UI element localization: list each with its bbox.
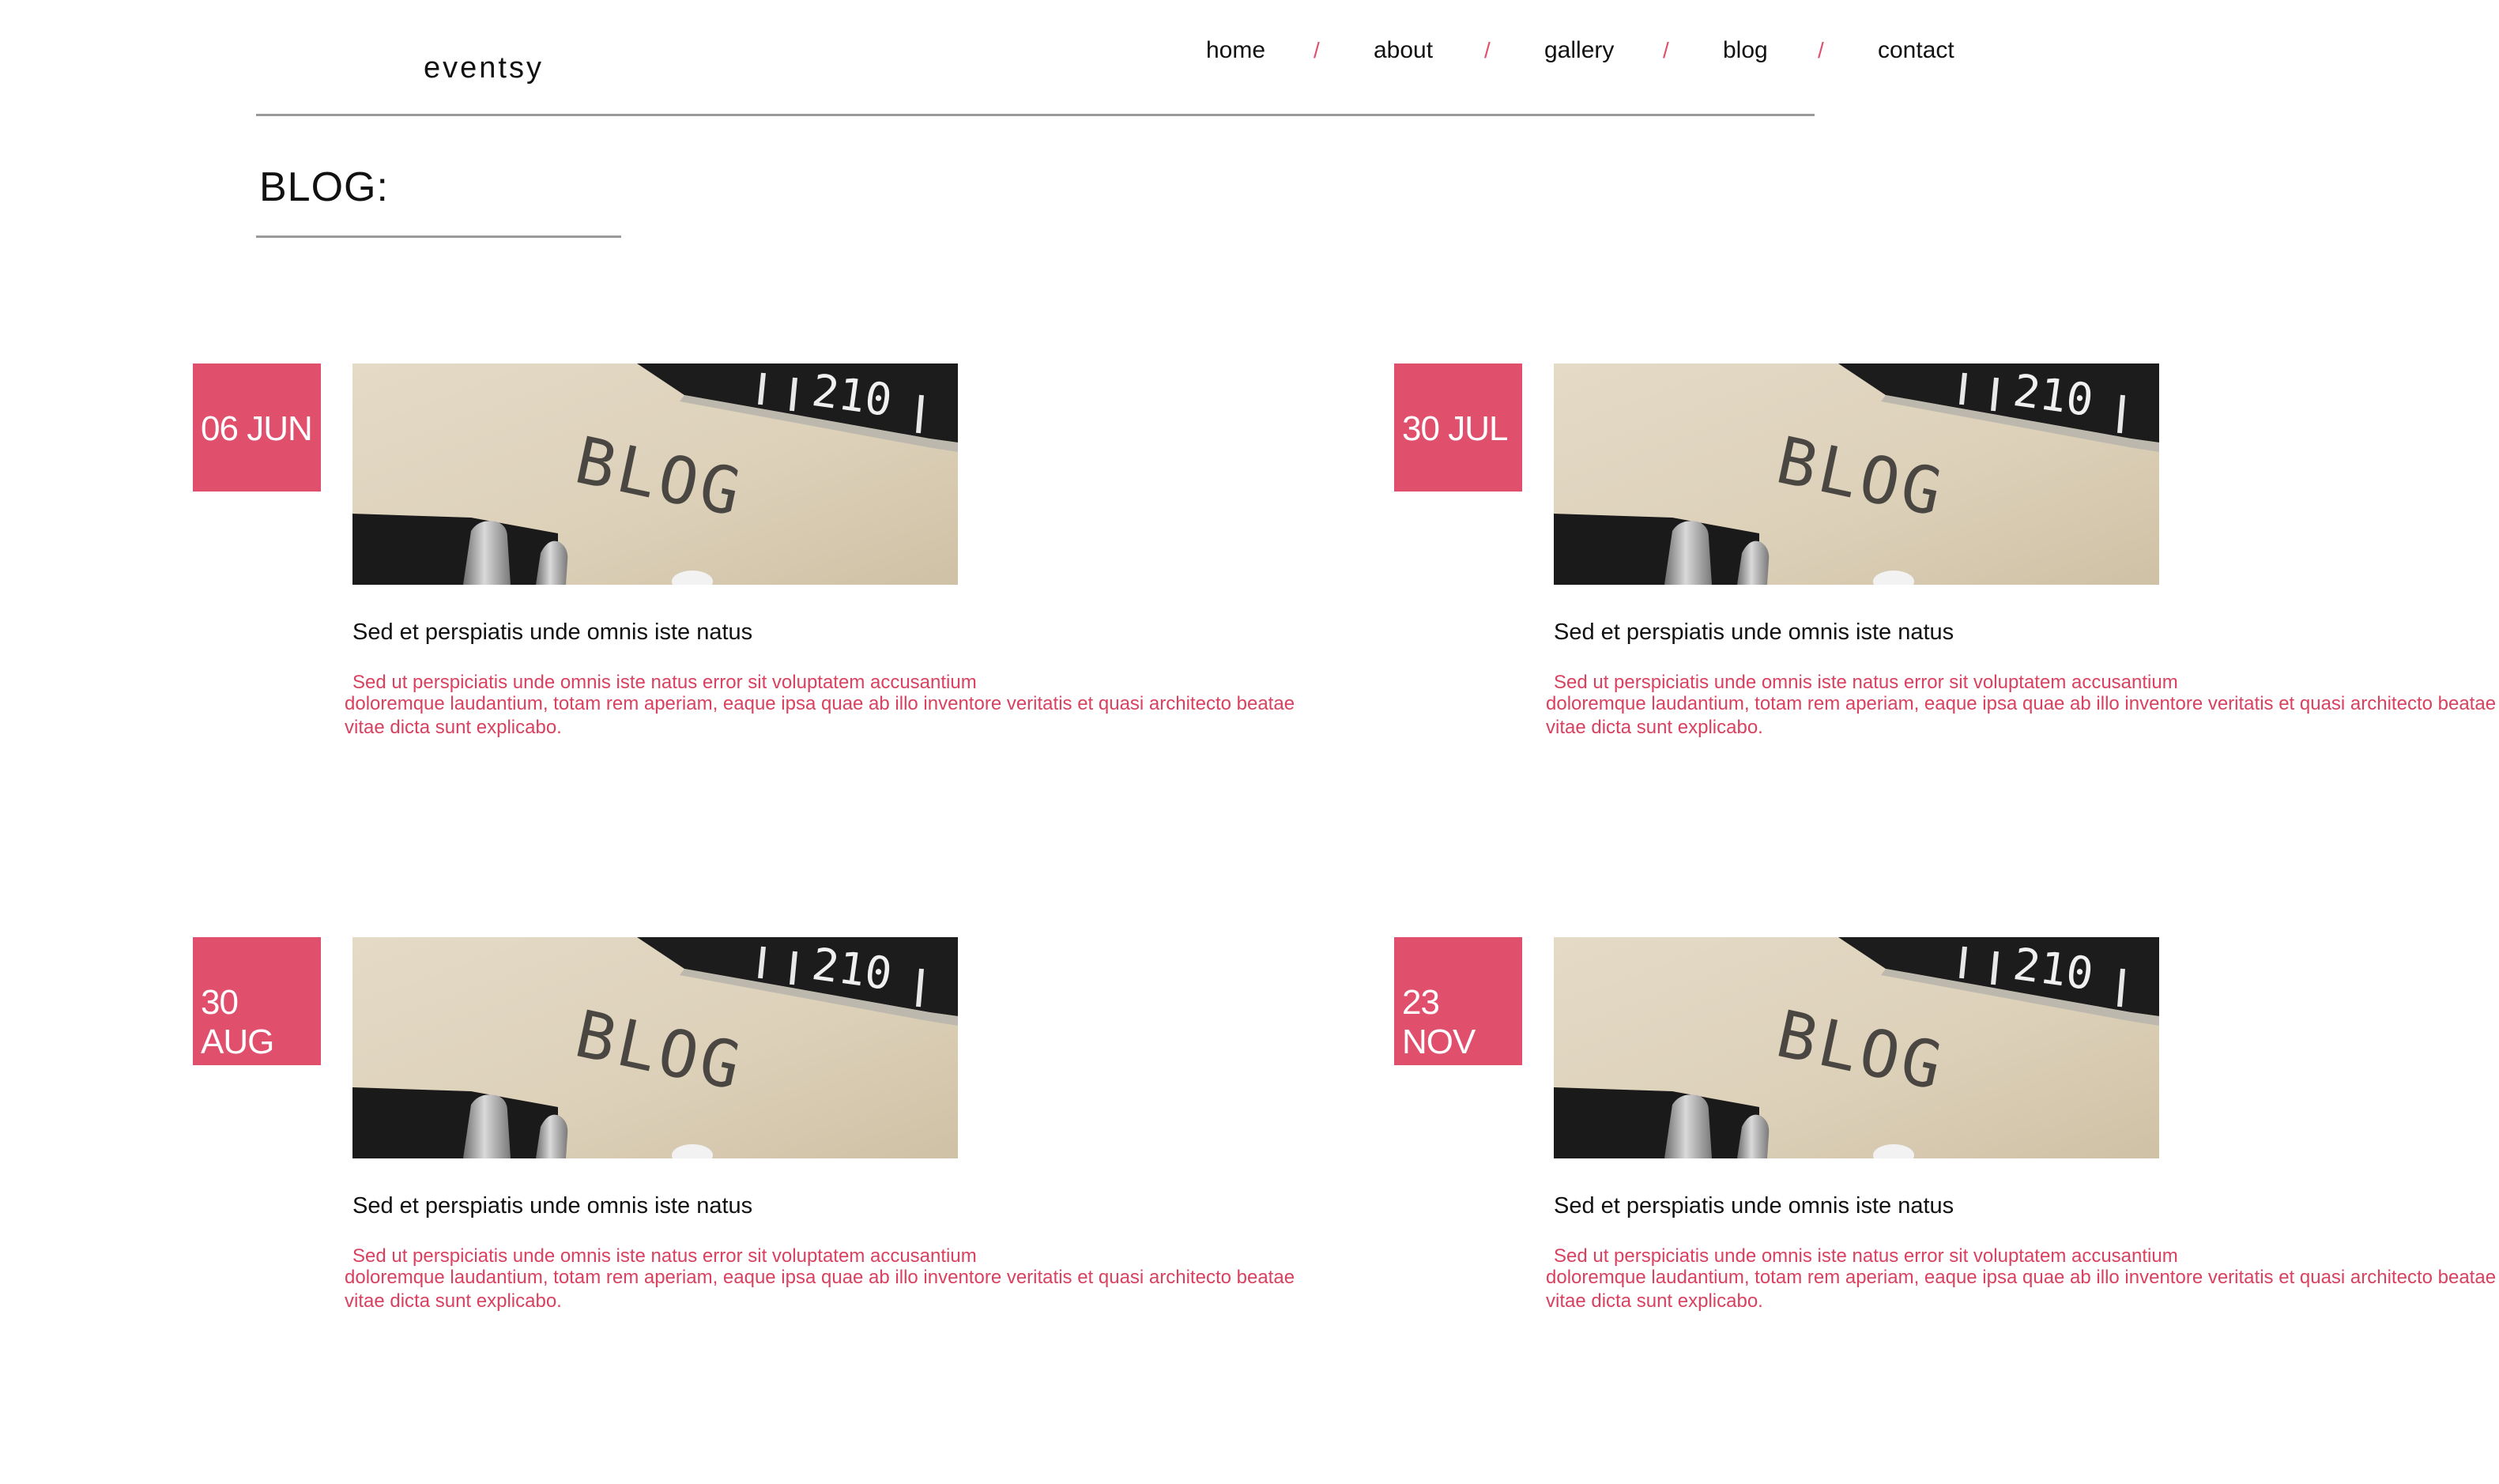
post-title[interactable]: Sed et perspiatis unde omnis iste natus bbox=[1554, 1190, 1954, 1222]
blog-post: 23 NOV Sed et perspiatis unde omnis iste… bbox=[1394, 937, 2499, 1348]
nav-separator: / bbox=[1314, 38, 1320, 62]
post-thumbnail[interactable] bbox=[352, 937, 958, 1158]
post-excerpt-line: vitae dicta sunt explicabo. bbox=[345, 1290, 562, 1312]
post-thumbnail[interactable] bbox=[1554, 363, 2159, 585]
post-date-day: 30 bbox=[201, 983, 239, 1022]
post-excerpt: Sed ut perspiciatis unde omnis iste natu… bbox=[345, 1247, 1404, 1313]
post-excerpt-line: vitae dicta sunt explicabo. bbox=[345, 717, 562, 738]
post-thumbnail-image bbox=[1554, 363, 2159, 585]
post-date-month: JUL bbox=[1448, 409, 1508, 448]
post-date-badge: 30 AUG bbox=[193, 937, 321, 1065]
post-excerpt-line: Sed ut perspiciatis unde omnis iste natu… bbox=[1554, 672, 2178, 693]
post-thumbnail-image bbox=[352, 937, 958, 1158]
page-title: BLOG: bbox=[259, 164, 389, 210]
post-date-month: NOV bbox=[1402, 1023, 1476, 1061]
post-excerpt-line: doloremque laudantium, totam rem aperiam… bbox=[1546, 693, 2497, 714]
post-excerpt-line: Sed ut perspiciatis unde omnis iste natu… bbox=[352, 1245, 977, 1267]
post-thumbnail[interactable] bbox=[352, 363, 958, 585]
post-date-day: 30 bbox=[1402, 409, 1440, 448]
blog-post: 30 JUL Sed et perspiatis unde omnis iste… bbox=[1394, 363, 2499, 774]
post-excerpt: Sed ut perspiciatis unde omnis iste natu… bbox=[345, 673, 1404, 740]
post-title[interactable]: Sed et perspiatis unde omnis iste natus bbox=[352, 616, 752, 648]
nav-item-home[interactable]: home bbox=[1206, 33, 1265, 68]
post-excerpt-line: Sed ut perspiciatis unde omnis iste natu… bbox=[352, 672, 977, 693]
post-excerpt-line: vitae dicta sunt explicabo. bbox=[1546, 717, 1763, 738]
post-date-month: JUN bbox=[247, 409, 313, 448]
blog-post: 30 AUG Sed et perspiatis unde omnis iste… bbox=[193, 937, 1402, 1348]
nav-item-gallery[interactable]: gallery bbox=[1544, 33, 1614, 68]
post-date-month: AUG bbox=[201, 1023, 274, 1061]
post-excerpt-line: doloremque laudantium, totam rem aperiam… bbox=[345, 1267, 1295, 1288]
post-thumbnail[interactable] bbox=[1554, 937, 2159, 1158]
post-date-badge: 06 JUN bbox=[193, 363, 321, 492]
post-title[interactable]: Sed et perspiatis unde omnis iste natus bbox=[352, 1190, 752, 1222]
post-excerpt-line: doloremque laudantium, totam rem aperiam… bbox=[345, 693, 1295, 714]
post-excerpt-line: Sed ut perspiciatis unde omnis iste natu… bbox=[1554, 1245, 2178, 1267]
nav-separator: / bbox=[1484, 38, 1491, 62]
post-title[interactable]: Sed et perspiatis unde omnis iste natus bbox=[1554, 616, 1954, 648]
post-excerpt-line: vitae dicta sunt explicabo. bbox=[1546, 1290, 1763, 1312]
main-nav: home / about / gallery / blog / contact bbox=[0, 33, 2499, 68]
post-excerpt: Sed ut perspiciatis unde omnis iste natu… bbox=[1546, 673, 2499, 740]
post-excerpt-line: doloremque laudantium, totam rem aperiam… bbox=[1546, 1267, 2497, 1288]
header-divider bbox=[256, 114, 1815, 116]
post-date-badge: 30 JUL bbox=[1394, 363, 1522, 492]
nav-separator: / bbox=[1663, 38, 1669, 62]
nav-item-contact[interactable]: contact bbox=[1878, 33, 1954, 68]
post-thumbnail-image bbox=[1554, 937, 2159, 1158]
blog-post: 06 JUN Sed et perspiatis unde omnis iste… bbox=[193, 363, 1402, 774]
post-date-day: 06 bbox=[201, 409, 239, 448]
post-excerpt: Sed ut perspiciatis unde omnis iste natu… bbox=[1546, 1247, 2499, 1313]
nav-item-about[interactable]: about bbox=[1374, 33, 1433, 68]
title-divider bbox=[256, 235, 621, 238]
post-date-badge: 23 NOV bbox=[1394, 937, 1522, 1065]
post-thumbnail-image bbox=[352, 363, 958, 585]
nav-separator: / bbox=[1818, 38, 1824, 62]
post-date-day: 23 bbox=[1402, 983, 1440, 1022]
nav-item-blog[interactable]: blog bbox=[1723, 33, 1768, 68]
